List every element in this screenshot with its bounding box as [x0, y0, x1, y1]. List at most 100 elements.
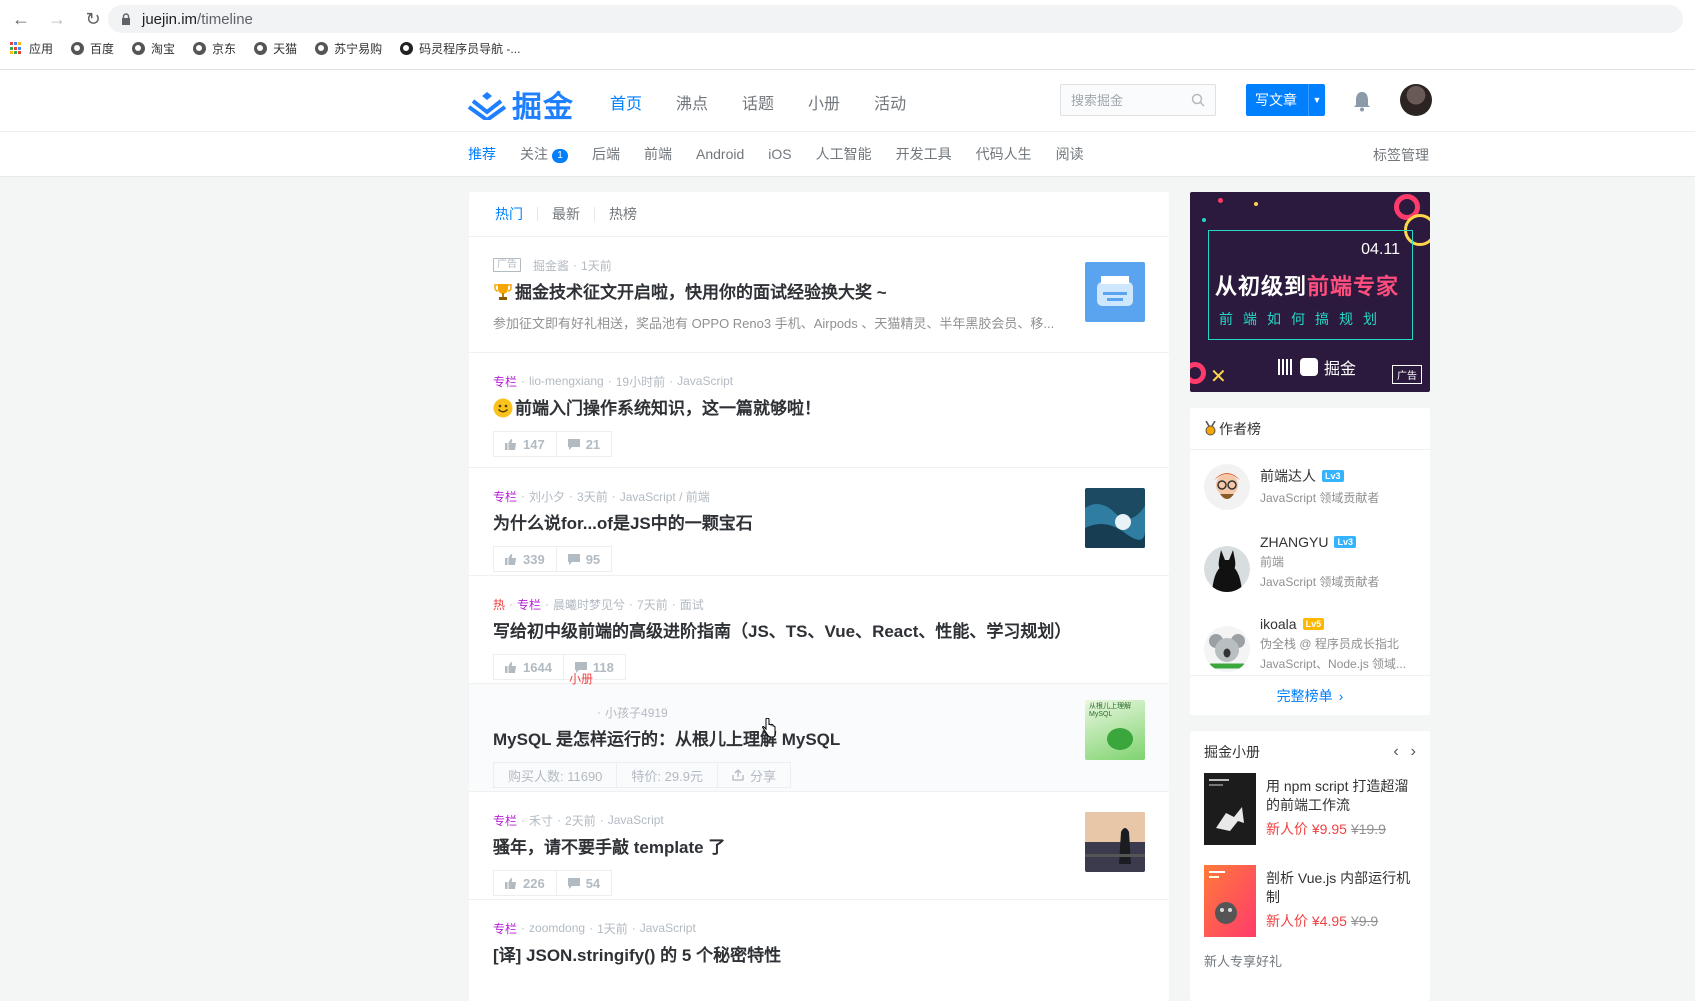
comment-button[interactable]: 95: [556, 546, 613, 572]
category-career[interactable]: 代码人生: [976, 144, 1032, 164]
author-name: ZHANGYU: [1260, 534, 1329, 550]
juejin-logo[interactable]: 掘金: [468, 82, 574, 126]
write-article-button[interactable]: 写文章 ▼: [1246, 84, 1325, 116]
bookmark-maling[interactable]: 码灵程序员导航 -...: [400, 40, 520, 57]
tab-ranking[interactable]: 热榜: [594, 207, 651, 221]
booklet-item[interactable]: 剖析 Vue.js 内部运行机制 新人价 ¥4.95 ¥9.9: [1190, 865, 1430, 957]
chevron-left-icon[interactable]: ‹: [1393, 743, 1398, 761]
category-follow[interactable]: 关注 1: [520, 144, 568, 164]
entry-thumbnail[interactable]: 从根儿上理解MySQL: [1085, 700, 1145, 760]
entry-author[interactable]: zoomdong: [529, 921, 585, 935]
entry-author[interactable]: 小孩子4919: [605, 704, 668, 721]
feed-entry[interactable]: 专栏 · zoomdong · 1天前 · JavaScript [译] JSON.s…: [469, 900, 1169, 990]
share-button[interactable]: 分享: [717, 762, 791, 788]
nav-books[interactable]: 小册: [808, 90, 840, 114]
banner-date: 04.11: [1361, 241, 1400, 258]
event-banner-ad[interactable]: ✕ 04.11 从初级到前端专家 前端如何搞规划 掘金 广告: [1190, 192, 1430, 392]
entry-title[interactable]: 为什么说for...of是JS中的一颗宝石: [493, 512, 1145, 536]
chevron-right-icon[interactable]: ›: [1411, 743, 1416, 761]
like-button[interactable]: 226: [493, 870, 557, 896]
entry-tag[interactable]: JavaScript: [640, 921, 696, 935]
entry-author[interactable]: 晨曦时梦见兮: [553, 596, 625, 613]
entry-title[interactable]: 前端入门操作系统知识，这一篇就够啦！: [493, 397, 1145, 421]
ad-tag: 广告: [493, 258, 521, 272]
author-name: ikoala: [1260, 616, 1297, 632]
back-icon[interactable]: ←: [10, 8, 32, 30]
entry-title[interactable]: [译] JSON.stringify() 的 5 个秘密特性: [493, 944, 1145, 968]
tag-manage-link[interactable]: 标签管理: [1373, 145, 1429, 165]
entry-kind: 专栏: [517, 597, 542, 612]
feed-entry[interactable]: 专栏 · 禾寸 · 2天前 · JavaScript 骚年，请不要手敲 templat…: [469, 792, 1169, 900]
hot-tag: 热: [493, 597, 506, 612]
category-ai[interactable]: 人工智能: [816, 144, 872, 164]
forward-icon[interactable]: →: [46, 8, 68, 30]
feed-entry[interactable]: 小册 · 小孩子4919 MySQL 是怎样运行的：从根儿上理解 MySQL 购买…: [469, 672, 1169, 792]
bookmark-suning[interactable]: 苏宁易购: [315, 40, 382, 57]
user-avatar[interactable]: [1400, 84, 1432, 116]
entry-author[interactable]: lio-mengxiang: [529, 374, 604, 388]
feed-entry[interactable]: 广告 掘金酱 · 1天前 掘金技术征文开启啦，快用你的面试经验换大奖 ~ 参加征文即…: [469, 237, 1169, 353]
entry-author[interactable]: 刘小夕: [529, 488, 565, 505]
nav-events[interactable]: 活动: [874, 90, 906, 114]
entry-author[interactable]: 禾寸: [529, 812, 553, 829]
bookmark-apps[interactable]: 应用: [10, 40, 53, 57]
reload-icon[interactable]: ↻: [82, 8, 104, 30]
category-recommend[interactable]: 推荐: [468, 144, 496, 164]
entry-title[interactable]: 骚年，请不要手敲 template 了: [493, 836, 1145, 860]
comment-button[interactable]: 54: [556, 870, 613, 896]
search-icon[interactable]: [1191, 93, 1205, 107]
bookmark-tmall[interactable]: 天猫: [254, 40, 297, 57]
feed-entry[interactable]: 专栏 · 刘小夕 · 3天前 · JavaScript / 前端 为什么说for...…: [469, 468, 1169, 576]
booklet-item[interactable]: 用 npm script 打造超溜的前端工作流 新人价 ¥9.95 ¥19.9: [1190, 773, 1430, 865]
author-item[interactable]: ZHANGYU Lv3 前端 JavaScript 领域贡献者: [1190, 528, 1430, 606]
nav-topics[interactable]: 话题: [742, 90, 774, 114]
category-frontend[interactable]: 前端: [644, 144, 672, 164]
category-ios[interactable]: iOS: [768, 146, 791, 162]
bookmark-taobao[interactable]: 淘宝: [132, 40, 175, 57]
entry-title[interactable]: 写给初中级前端的高级进阶指南（JS、TS、Vue、React、性能、学习规划）: [493, 620, 1145, 644]
category-reading[interactable]: 阅读: [1056, 144, 1084, 164]
entry-tag[interactable]: JavaScript: [608, 813, 664, 827]
globe-icon: [254, 42, 268, 55]
entry-tag[interactable]: JavaScript / 前端: [620, 488, 710, 505]
entry-time: 3天前: [577, 489, 608, 504]
level-badge: Lv3: [1322, 470, 1344, 482]
bookmarks-bar: 应用 百度 淘宝 京东 天猫 苏宁易购 码灵程序员导航 -...: [10, 40, 520, 57]
search-input[interactable]: [1071, 92, 1191, 108]
nav-pins[interactable]: 沸点: [676, 90, 708, 114]
category-android[interactable]: Android: [696, 146, 744, 162]
entry-thumbnail[interactable]: [1085, 262, 1145, 322]
bell-icon[interactable]: [1352, 90, 1372, 112]
entry-tag[interactable]: 面试: [680, 596, 704, 613]
category-devtools[interactable]: 开发工具: [896, 144, 952, 164]
category-backend[interactable]: 后端: [592, 144, 620, 164]
comment-button[interactable]: 21: [556, 431, 613, 457]
browser-toolbar: ← → ↻ juejin.im/timeline 应用 百度 淘宝 京东 天猫 …: [0, 0, 1695, 70]
author-avatar: [1204, 626, 1250, 672]
caret-down-icon[interactable]: ▼: [1308, 84, 1325, 116]
medal-icon: [1205, 421, 1216, 436]
card-header: 作者榜: [1190, 408, 1430, 450]
author-item[interactable]: 前端达人 Lv3 JavaScript 领域贡献者: [1190, 450, 1430, 528]
lock-icon: [122, 13, 130, 25]
chevron-right-icon: ›: [1338, 687, 1344, 704]
like-button[interactable]: 147: [493, 431, 557, 457]
bookmark-jd[interactable]: 京东: [193, 40, 236, 57]
like-button[interactable]: 339: [493, 546, 557, 572]
feed-entry[interactable]: 专栏 · lio-mengxiang · 19小时前 · JavaScript 前端入…: [469, 353, 1169, 468]
entry-thumbnail[interactable]: [1085, 812, 1145, 872]
full-ranking-link[interactable]: 完整榜单 ›: [1190, 675, 1430, 715]
author-desc: 前端: [1260, 555, 1285, 569]
entry-meta: 广告 掘金酱 · 1天前: [493, 257, 1145, 273]
juejin-logo-icon: [468, 92, 506, 120]
entry-title[interactable]: 掘金技术征文开启啦，快用你的面试经验换大奖 ~: [493, 281, 1145, 305]
tab-hot[interactable]: 热门: [495, 207, 537, 221]
nav-home[interactable]: 首页: [610, 90, 642, 114]
entry-author[interactable]: 掘金酱: [533, 257, 569, 274]
original-price: ¥9.9: [1350, 913, 1379, 929]
tab-newest[interactable]: 最新: [537, 207, 594, 221]
entry-tag[interactable]: JavaScript: [677, 374, 733, 388]
address-bar[interactable]: juejin.im/timeline: [108, 5, 1683, 33]
bookmark-baidu[interactable]: 百度: [71, 40, 114, 57]
entry-thumbnail[interactable]: [1085, 488, 1145, 548]
